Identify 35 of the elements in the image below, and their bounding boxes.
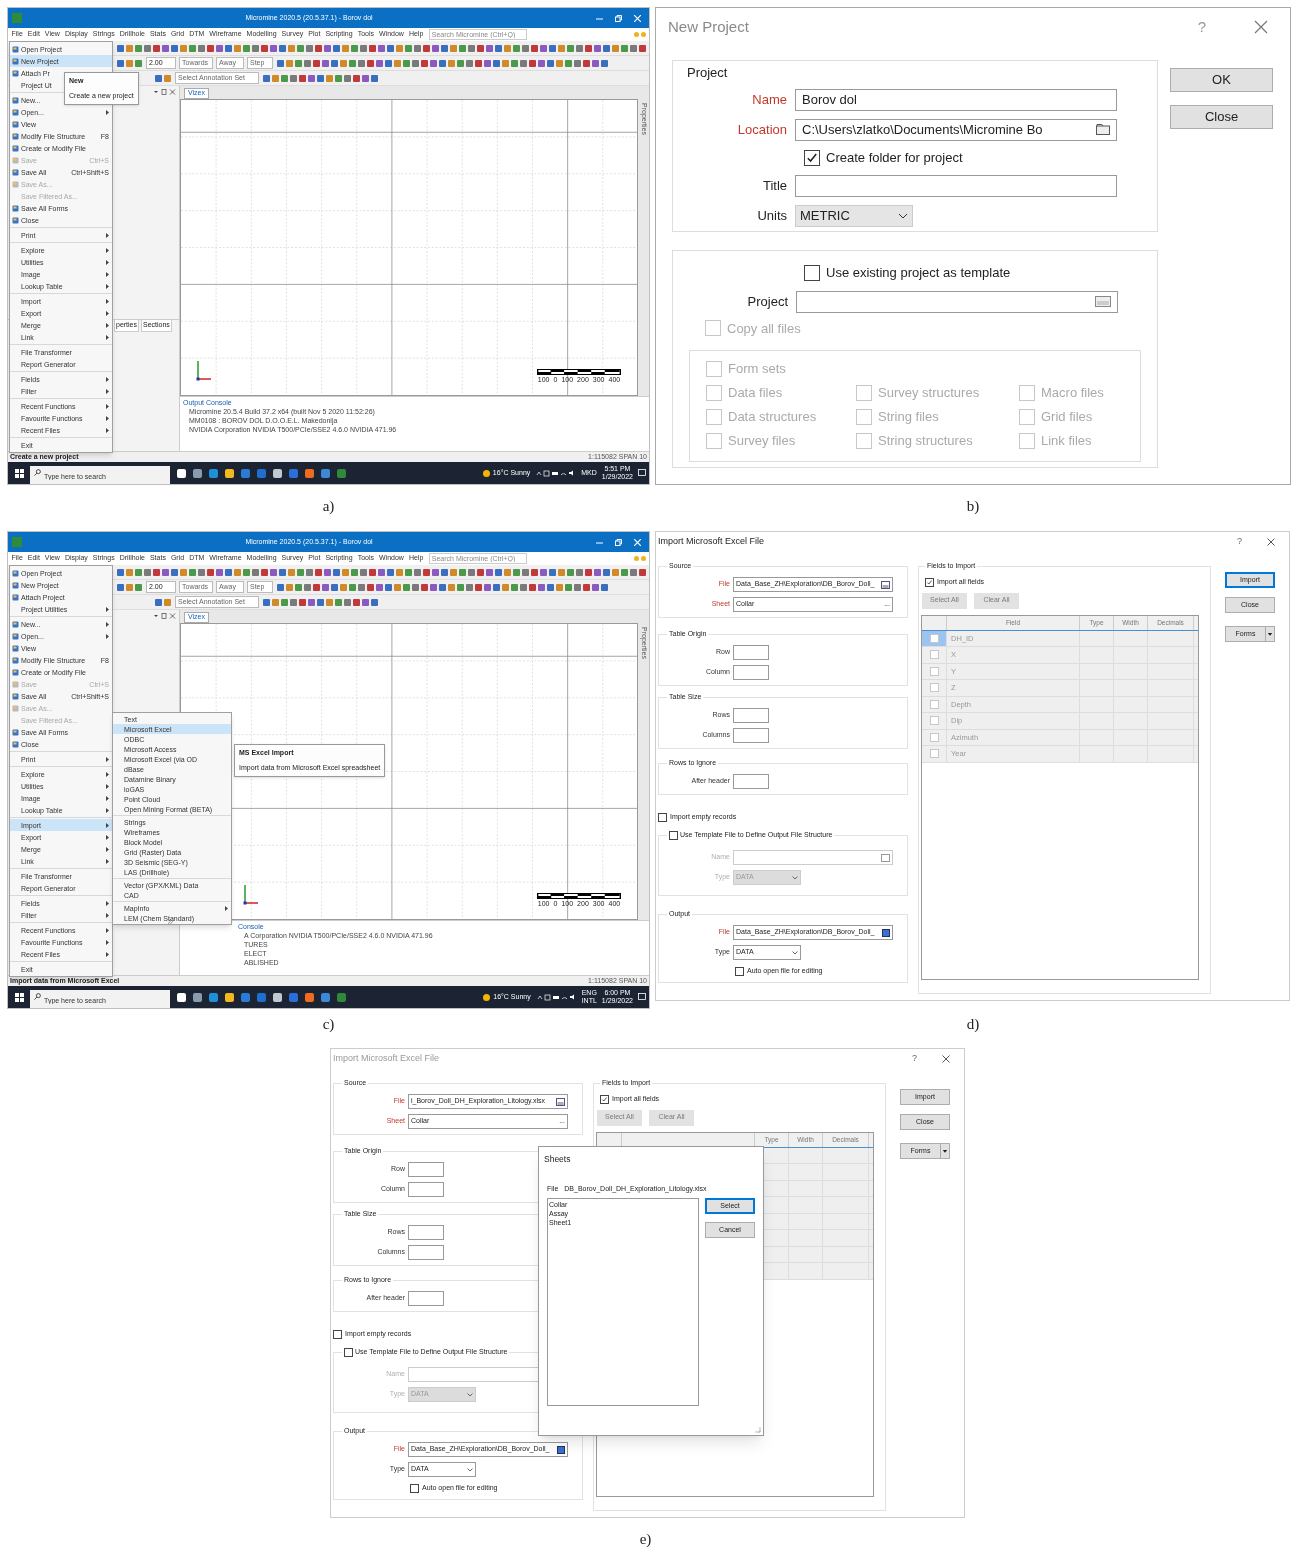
- figure-caption: e): [639, 1530, 652, 1548]
- dialog-title: Sheets: [543, 1153, 572, 1166]
- checkbox-label: Copy all files: [727, 319, 801, 338]
- text-field[interactable]: Borov dol: [795, 88, 1117, 111]
- checkbox-label: Survey structures: [878, 384, 980, 403]
- group-title: Project: [686, 64, 729, 82]
- checkbox-label: Create folder for project: [826, 148, 963, 167]
- checkbox-label: String files: [878, 408, 939, 427]
- dialog-title: New Project: [668, 16, 750, 37]
- checkbox-label: Data structures: [728, 408, 817, 427]
- checkbox-label: Grid files: [1041, 408, 1093, 427]
- field-label: Location: [736, 120, 788, 139]
- checkbox-label: Macro files: [1041, 384, 1104, 403]
- field-label: Name: [751, 90, 788, 109]
- dialog-button[interactable]: Close: [1170, 105, 1273, 129]
- checkbox-label: String structures: [878, 432, 973, 451]
- dialog-title: Import Microsoft Excel File: [658, 535, 766, 549]
- checkbox-label: Link files: [1041, 432, 1092, 451]
- text-field[interactable]: C:\Users\zlatko\Documents\Micromine Bo: [795, 118, 1117, 141]
- checkbox-label: Use existing project as template: [826, 264, 1011, 282]
- help-button[interactable]: ?: [1237, 535, 1242, 549]
- field-label: Title: [761, 176, 788, 195]
- figure-caption: d): [966, 1015, 980, 1033]
- checkbox-label: Data files: [728, 384, 783, 403]
- field-label: Units: [756, 206, 788, 225]
- figure-caption: a): [322, 497, 335, 515]
- units-dropdown[interactable]: METRIC: [795, 204, 913, 227]
- dialog-button[interactable]: OK: [1170, 68, 1273, 92]
- checkbox-label: Form sets: [728, 360, 786, 379]
- dialog-title: Import Microsoft Excel File: [333, 1052, 441, 1066]
- help-button[interactable]: ?: [912, 1052, 917, 1066]
- checkbox-label: Survey files: [728, 432, 796, 451]
- field-label: Project: [746, 292, 789, 311]
- figure-caption: b): [966, 497, 980, 515]
- figure-caption: c): [322, 1015, 335, 1033]
